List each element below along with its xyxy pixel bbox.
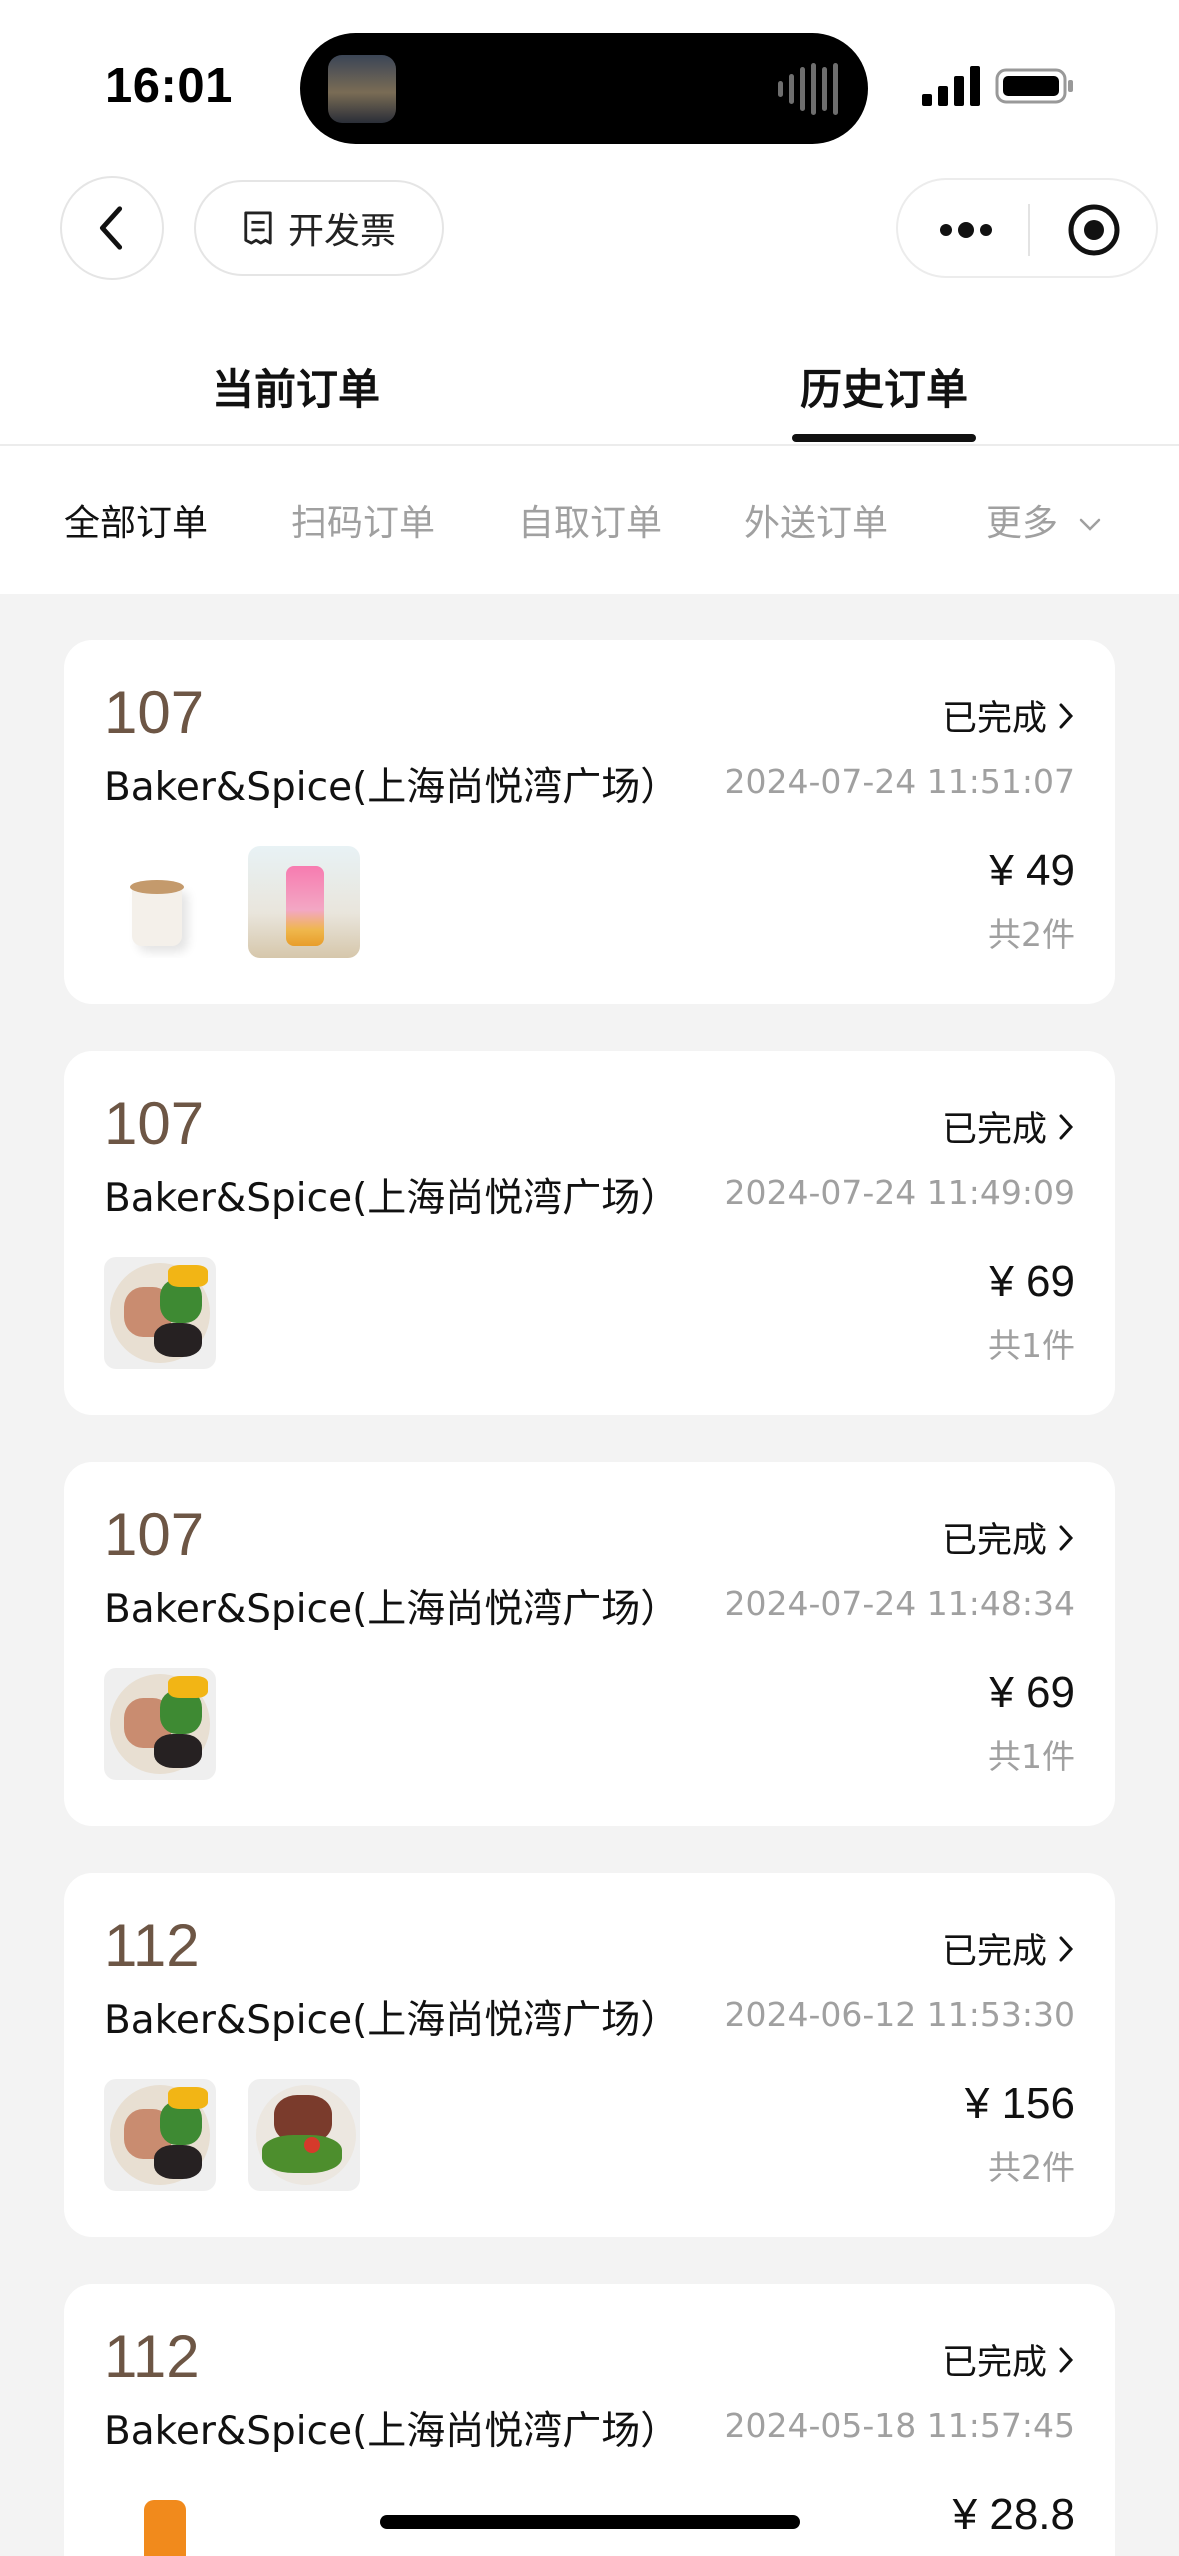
order-status[interactable]: 已完成 [942, 1512, 1075, 1563]
order-time: 2024-07-24 11:48:34 [724, 1584, 1075, 1623]
close-mini-program-icon[interactable] [1066, 202, 1122, 258]
order-time: 2024-07-24 11:49:09 [724, 1173, 1075, 1212]
store-name: Baker&Spice(上海尚悦湾广场） [104, 1587, 680, 1632]
order-price: ¥ 49 [989, 846, 1075, 895]
order-price: ¥ 69 [989, 1668, 1075, 1717]
mini-program-capsule [896, 178, 1158, 278]
order-card[interactable]: 107 已完成 Baker&Spice(上海尚悦湾广场） 2024-07-24 … [64, 1051, 1115, 1415]
filter-scan-orders[interactable]: 扫码订单 [291, 494, 435, 546]
invoice-label: 开发票 [288, 211, 397, 252]
order-card[interactable]: 107 已完成 Baker&Spice(上海尚悦湾广场） 2024-07-24 … [64, 1462, 1115, 1826]
order-time: 2024-05-18 11:57:45 [724, 2406, 1075, 2445]
order-status-label: 已完成 [941, 1110, 1047, 1150]
salad-bowl-thumbnail [104, 2079, 216, 2191]
chevron-right-icon [1059, 1525, 1074, 1550]
order-price: ¥ 28.8 [952, 2490, 1075, 2539]
chevron-down-icon [1080, 518, 1101, 531]
order-status-label: 已完成 [941, 1521, 1047, 1561]
capsule-divider [1028, 204, 1030, 256]
store-name: Baker&Spice(上海尚悦湾广场） [104, 1998, 680, 2043]
chevron-left-icon [99, 206, 123, 250]
dynamic-island [300, 33, 868, 144]
order-number: 107 [104, 1501, 205, 1568]
salad-bowl-thumbnail [104, 1257, 216, 1369]
tabs-divider [0, 444, 1179, 446]
order-number: 112 [104, 1912, 200, 1979]
tab-history-orders[interactable]: 历史订单 [800, 356, 968, 417]
header-area: 16:01 开发票 当前订单 历史订单 全部订单 扫码订单 自取订单 外送订单 … [0, 0, 1179, 594]
active-tab-indicator [792, 434, 976, 442]
order-time: 2024-07-24 11:51:07 [724, 762, 1075, 801]
steak-salad-thumbnail [248, 2079, 360, 2191]
coffee-thumbnail [104, 846, 216, 958]
item-thumbnails [104, 1257, 216, 1369]
order-status-label: 已完成 [941, 1932, 1047, 1972]
cellular-signal-icon [922, 66, 980, 106]
chevron-right-icon [1059, 1936, 1074, 1961]
order-price: ¥ 69 [989, 1257, 1075, 1306]
orange-drink-thumbnail [104, 2490, 216, 2556]
store-name: Baker&Spice(上海尚悦湾广场） [104, 1176, 680, 1221]
audio-wave-icon [778, 63, 838, 115]
filter-all-orders[interactable]: 全部订单 [64, 494, 208, 546]
order-number: 107 [104, 679, 205, 746]
pink-drink-thumbnail [248, 846, 360, 958]
item-count: 共2件 [988, 2148, 1075, 2187]
order-status[interactable]: 已完成 [942, 1101, 1075, 1152]
battery-icon [995, 68, 1073, 104]
invoice-button[interactable]: 开发票 [194, 180, 444, 276]
receipt-icon [244, 211, 272, 245]
order-status-label: 已完成 [941, 699, 1047, 739]
chevron-right-icon [1059, 2347, 1074, 2372]
item-thumbnails [104, 2079, 360, 2191]
item-count: 共2件 [988, 915, 1075, 954]
order-number: 107 [104, 1090, 205, 1157]
item-thumbnails [104, 2490, 216, 2556]
filter-delivery-orders[interactable]: 外送订单 [744, 494, 888, 546]
chevron-right-icon [1059, 1114, 1074, 1139]
order-status-label: 已完成 [941, 2343, 1047, 2383]
order-price: ¥ 156 [964, 2079, 1075, 2128]
item-thumbnails [104, 1668, 216, 1780]
back-button[interactable] [60, 176, 164, 280]
order-card[interactable]: 107 已完成 Baker&Spice(上海尚悦湾广场） 2024-07-24 … [64, 640, 1115, 1004]
item-count: 共1件 [988, 1326, 1075, 1365]
more-options-icon[interactable] [936, 216, 996, 244]
order-status[interactable]: 已完成 [942, 2334, 1075, 2385]
order-time: 2024-06-12 11:53:30 [724, 1995, 1075, 2034]
home-indicator[interactable] [380, 2515, 800, 2529]
filter-pickup-orders[interactable]: 自取订单 [518, 494, 662, 546]
filter-more[interactable]: 更多 [986, 494, 1101, 546]
salad-bowl-thumbnail [104, 1668, 216, 1780]
tab-current-orders[interactable]: 当前订单 [212, 356, 380, 417]
now-playing-artwork [328, 55, 396, 123]
store-name: Baker&Spice(上海尚悦湾广场） [104, 765, 680, 810]
item-count: 共1件 [988, 1737, 1075, 1776]
order-number: 112 [104, 2323, 200, 2390]
store-name: Baker&Spice(上海尚悦湾广场） [104, 2409, 680, 2454]
order-status[interactable]: 已完成 [942, 1923, 1075, 1974]
filter-more-label: 更多 [986, 503, 1059, 544]
chevron-right-icon [1059, 703, 1074, 728]
order-status[interactable]: 已完成 [942, 690, 1075, 741]
item-thumbnails [104, 846, 360, 958]
status-time: 16:01 [105, 59, 233, 113]
order-card[interactable]: 112 已完成 Baker&Spice(上海尚悦湾广场） 2024-06-12 … [64, 1873, 1115, 2237]
